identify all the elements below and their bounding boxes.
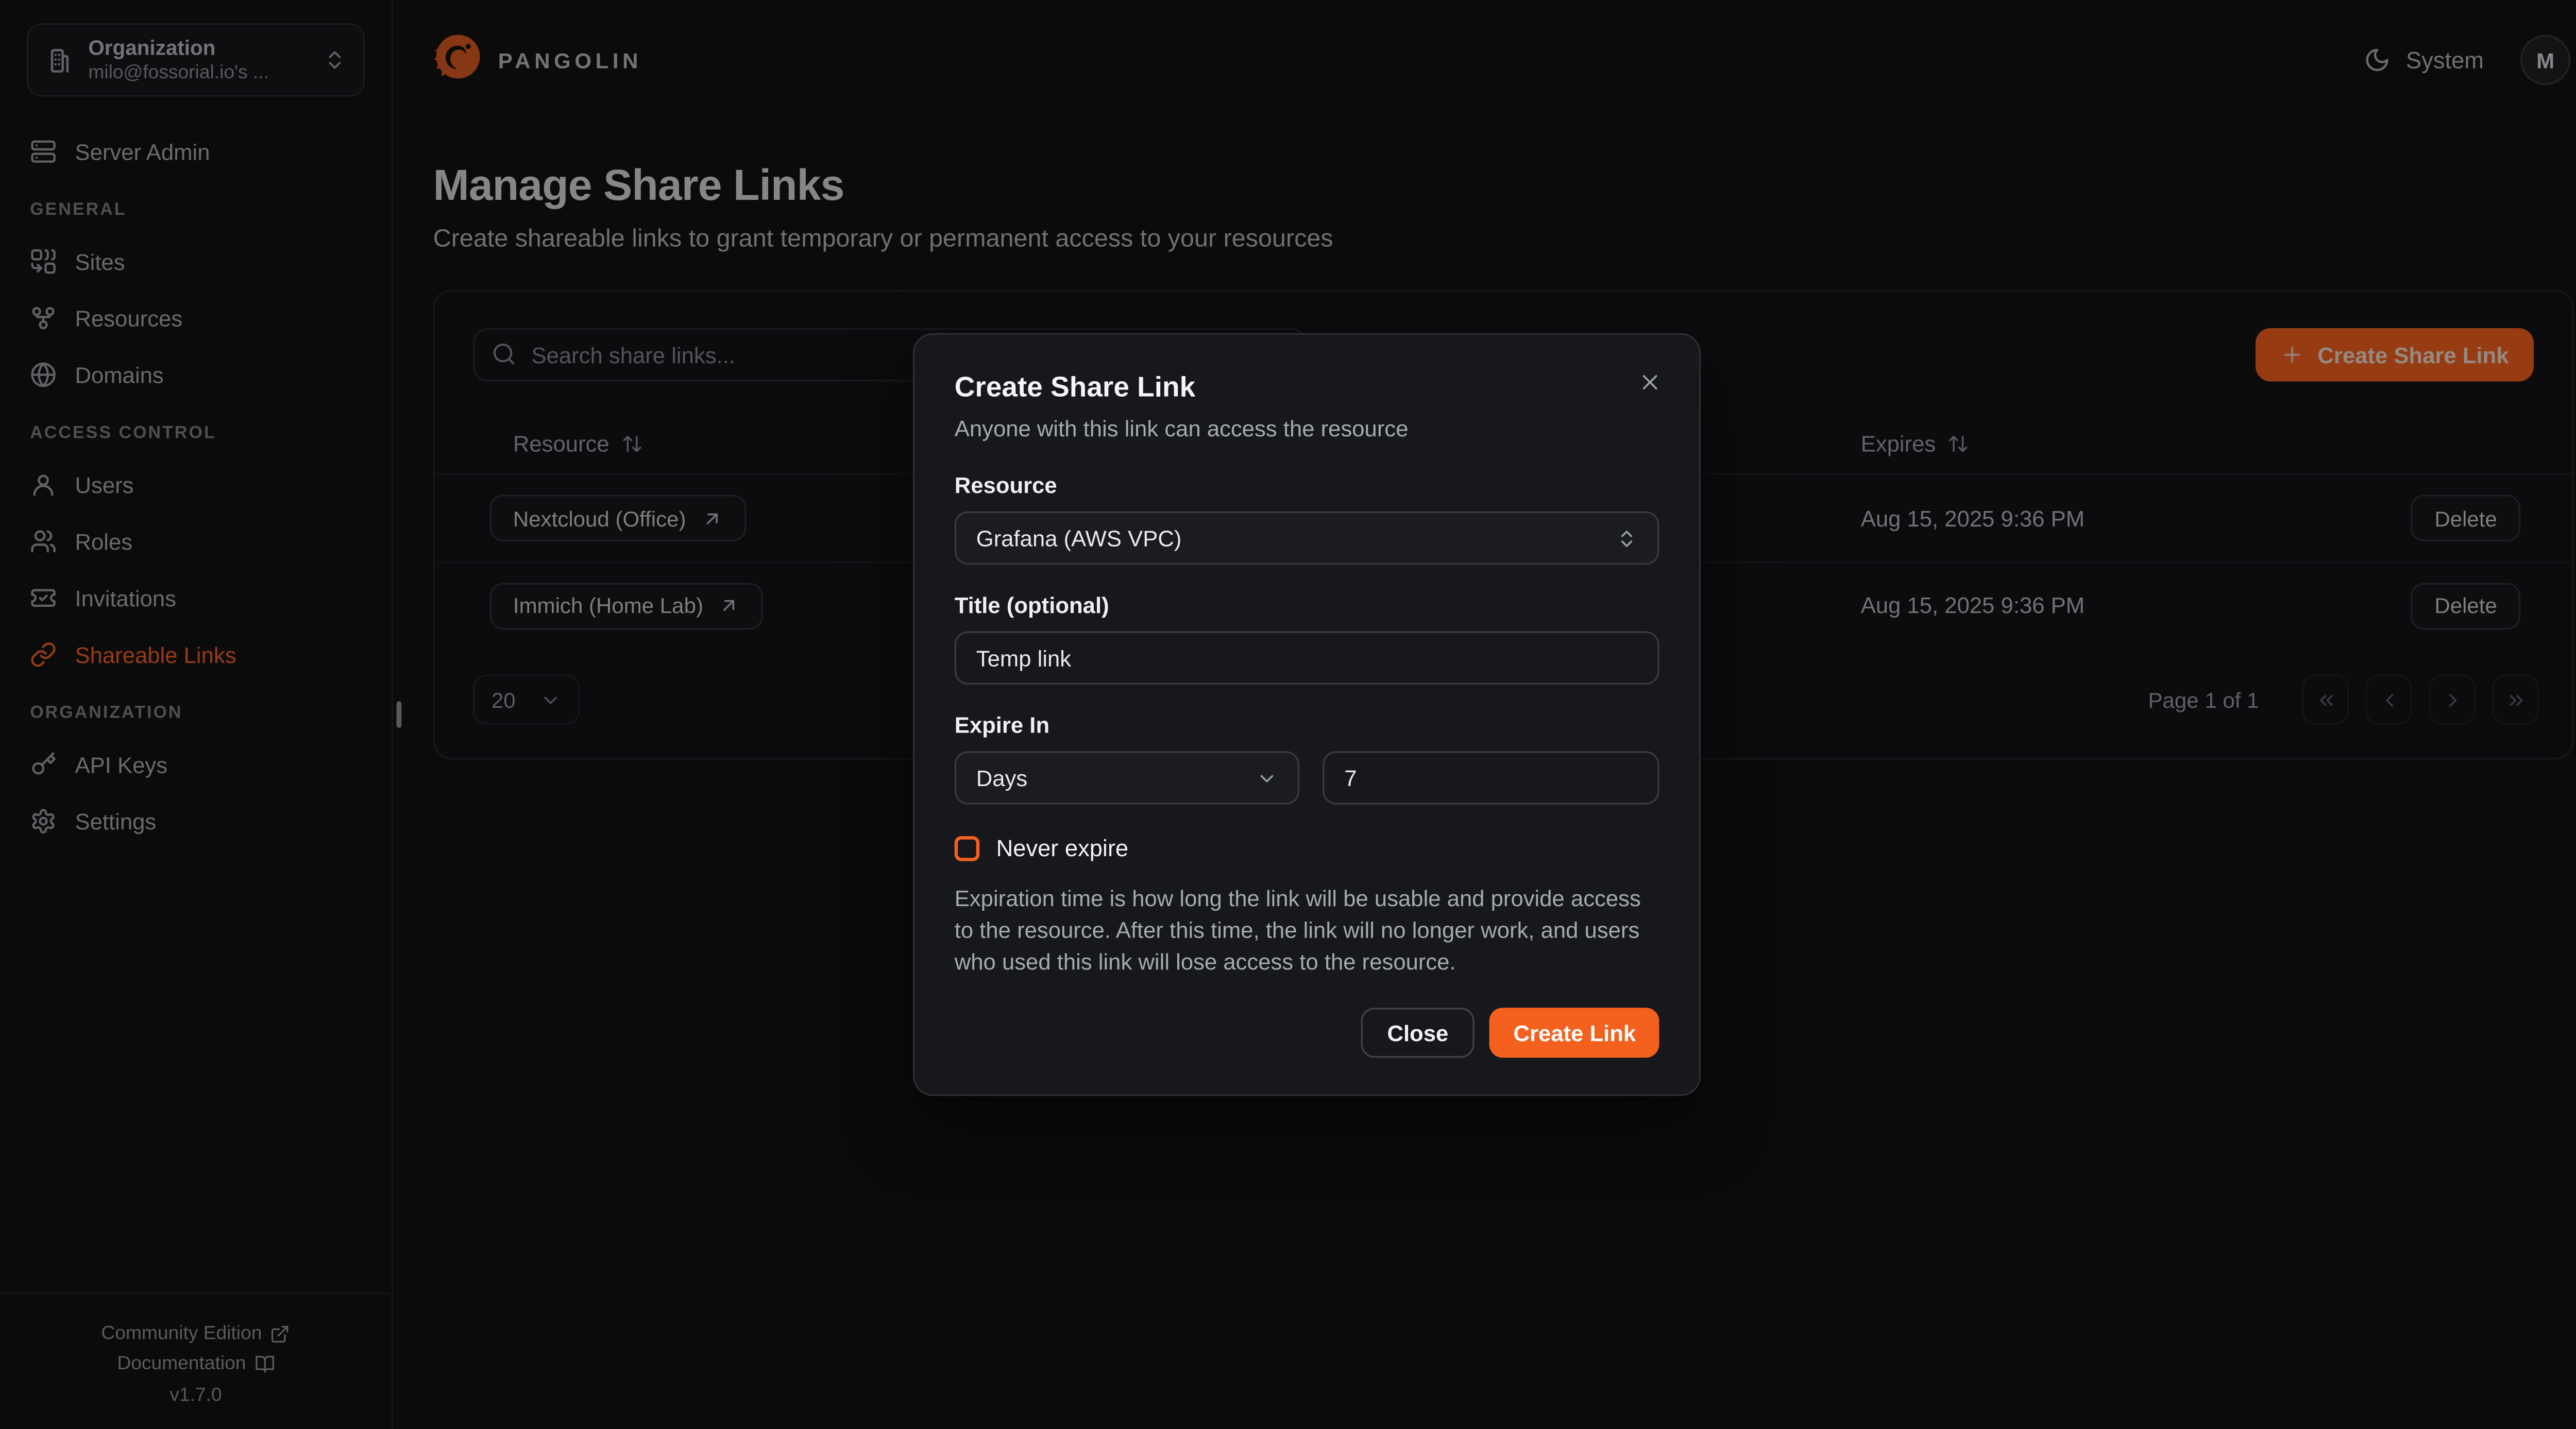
expiration-help-text: Expiration time is how long the link wil… [955, 883, 1659, 978]
expire-value-input[interactable] [1323, 751, 1659, 804]
resource-label: Resource [955, 473, 1659, 498]
never-expire-checkbox-row[interactable]: Never expire [955, 835, 1659, 861]
create-link-button[interactable]: Create Link [1490, 1008, 1659, 1058]
chevron-down-icon [1256, 767, 1278, 789]
create-share-link-modal: Create Share Link Anyone with this link … [913, 333, 1701, 1096]
never-expire-label: Never expire [996, 835, 1129, 861]
modal-subtitle: Anyone with this link can access the res… [955, 416, 1659, 441]
title-label: Title (optional) [955, 593, 1659, 618]
resource-select-value: Grafana (AWS VPC) [976, 525, 1182, 551]
resource-select[interactable]: Grafana (AWS VPC) [955, 512, 1659, 565]
expire-unit-select[interactable]: Days [955, 751, 1299, 804]
viewport: Organization milo@fossorial.io's ... Ser… [0, 0, 2576, 1429]
app-window: Organization milo@fossorial.io's ... Ser… [0, 0, 2576, 1429]
close-icon[interactable] [1631, 363, 1669, 401]
expire-unit-value: Days [976, 765, 1027, 791]
title-input[interactable] [955, 631, 1659, 684]
never-expire-checkbox[interactable] [955, 836, 980, 861]
modal-title: Create Share Link [955, 371, 1659, 405]
expire-in-label: Expire In [955, 713, 1659, 738]
close-button[interactable]: Close [1361, 1008, 1475, 1058]
chevrons-up-down-icon [1616, 527, 1637, 549]
